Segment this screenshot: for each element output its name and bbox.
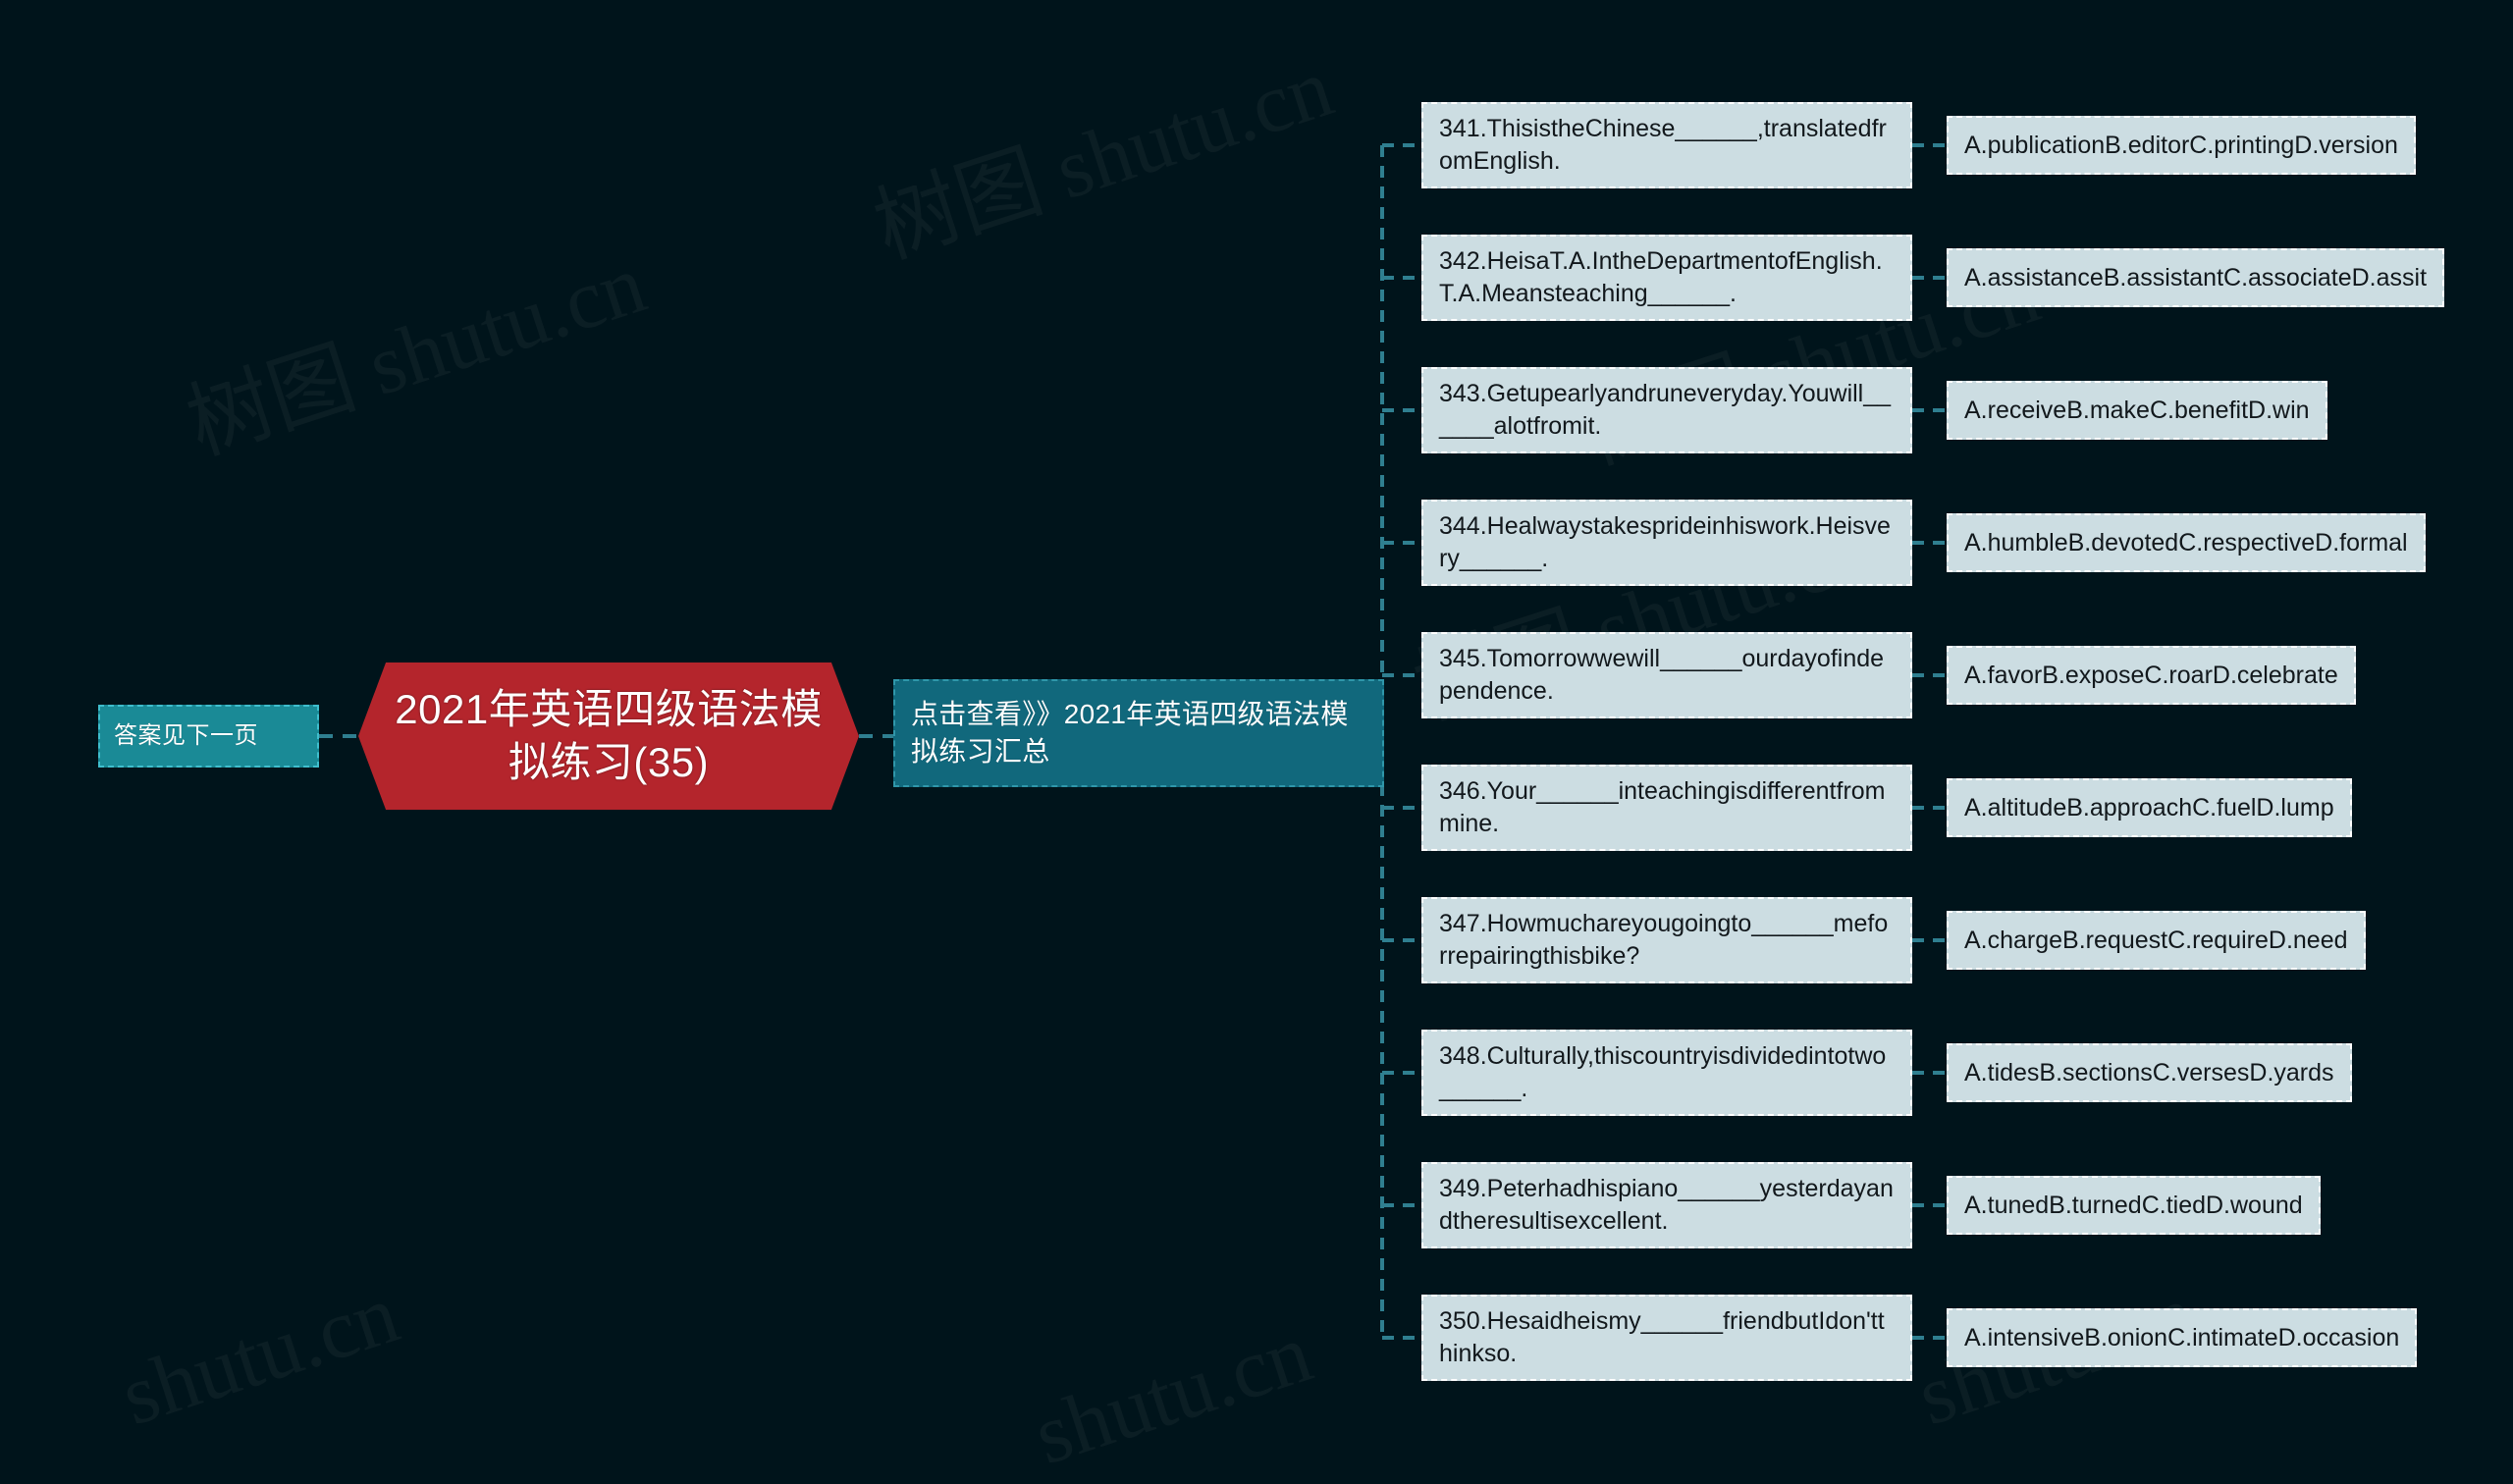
question-box[interactable]: 344.Healwaystakesprideinhiswork.Heisvery…: [1421, 500, 1912, 586]
question-text: 342.HeisaT.A.IntheDepartmentofEnglish.T.…: [1439, 247, 1883, 307]
answer-text: A.tunedB.turnedC.tiedD.wound: [1964, 1191, 2303, 1219]
watermark: 树图 shutu.cn: [856, 19, 1345, 282]
central-hexagon-shape: 2021年英语四级语法模拟练习(35): [358, 662, 859, 810]
question-text: 344.Healwaystakesprideinhiswork.Heisvery…: [1439, 512, 1891, 572]
question-box[interactable]: 349.Peterhadhispiano______yesterdayandth…: [1421, 1162, 1912, 1248]
question-text: 341.ThisistheChinese______,translatedfro…: [1439, 115, 1887, 175]
answer-text: A.chargeB.requestC.requireD.need: [1964, 926, 2348, 954]
question-box[interactable]: 345.Tomorrowwewill______ourdayofindepend…: [1421, 632, 1912, 718]
answer-box[interactable]: A.assistanceB.assistantC.associateD.assi…: [1947, 248, 2445, 307]
answer-box[interactable]: A.tunedB.turnedC.tiedD.wound: [1947, 1176, 2321, 1235]
watermark: 树图 shutu.cn: [169, 215, 658, 478]
question-box[interactable]: 343.Getupearlyandruneveryday.Youwill____…: [1421, 367, 1912, 453]
mindmap-canvas: 树图 shutu.cn 树图 shutu.cn shutu.cn shutu.c…: [0, 0, 2513, 1482]
node-summary-label: 点击查看》》2021年英语四级语法模拟练习汇总: [911, 699, 1349, 767]
answer-box[interactable]: A.publicationB.editorC.printingD.version: [1947, 116, 2416, 175]
answer-text: A.intensiveB.onionC.intimateD.occasion: [1964, 1323, 2400, 1352]
answer-box[interactable]: A.intensiveB.onionC.intimateD.occasion: [1947, 1308, 2418, 1367]
question-box[interactable]: 350.Hesaidheismy______friendbutIdon'tthi…: [1421, 1295, 1912, 1381]
question-box[interactable]: 346.Your______inteachingisdifferentfromm…: [1421, 765, 1912, 851]
question-text: 346.Your______inteachingisdifferentfromm…: [1439, 777, 1886, 837]
central-topic-label: 2021年英语四级语法模拟练习(35): [395, 686, 823, 785]
answer-text: A.publicationB.editorC.printingD.version: [1964, 131, 2398, 159]
watermark: shutu.cn: [1023, 1303, 1323, 1484]
answer-box[interactable]: A.humbleB.devotedC.respectiveD.formal: [1947, 513, 2426, 572]
question-text: 347.Howmuchareyougoingto______meforrepai…: [1439, 910, 1889, 970]
answer-text: A.tidesB.sectionsC.versesD.yards: [1964, 1058, 2334, 1086]
question-text: 348.Culturally,thiscountryisdividedintot…: [1439, 1042, 1887, 1102]
answer-text: A.assistanceB.assistantC.associateD.assi…: [1964, 263, 2428, 292]
question-text: 349.Peterhadhispiano______yesterdayandth…: [1439, 1175, 1894, 1235]
answer-text: A.altitudeB.approachC.fuelD.lump: [1964, 793, 2334, 822]
answer-box[interactable]: A.altitudeB.approachC.fuelD.lump: [1947, 778, 2352, 837]
question-box[interactable]: 341.ThisistheChinese______,translatedfro…: [1421, 102, 1912, 188]
answer-box[interactable]: A.receiveB.makeC.benefitD.win: [1947, 381, 2327, 440]
question-text: 343.Getupearlyandruneveryday.Youwill____…: [1439, 380, 1892, 440]
node-answer-hint-label: 答案见下一页: [114, 721, 258, 749]
watermark: shutu.cn: [110, 1264, 410, 1445]
answer-box[interactable]: A.favorB.exposeC.roarD.celebrate: [1947, 646, 2356, 705]
node-answer-hint[interactable]: 答案见下一页: [98, 705, 319, 768]
question-box[interactable]: 342.HeisaT.A.IntheDepartmentofEnglish.T.…: [1421, 235, 1912, 321]
question-box[interactable]: 347.Howmuchareyougoingto______meforrepai…: [1421, 897, 1912, 983]
node-summary-link[interactable]: 点击查看》》2021年英语四级语法模拟练习汇总: [893, 679, 1384, 787]
question-text: 350.Hesaidheismy______friendbutIdon'tthi…: [1439, 1307, 1885, 1367]
node-central-topic[interactable]: 2021年英语四级语法模拟练习(35): [358, 662, 859, 810]
answer-text: A.humbleB.devotedC.respectiveD.formal: [1964, 528, 2408, 556]
answer-text: A.favorB.exposeC.roarD.celebrate: [1964, 661, 2338, 689]
question-text: 345.Tomorrowwewill______ourdayofindepend…: [1439, 645, 1885, 705]
answer-text: A.receiveB.makeC.benefitD.win: [1964, 396, 2310, 424]
question-box[interactable]: 348.Culturally,thiscountryisdividedintot…: [1421, 1030, 1912, 1116]
answer-box[interactable]: A.chargeB.requestC.requireD.need: [1947, 911, 2366, 970]
answer-box[interactable]: A.tidesB.sectionsC.versesD.yards: [1947, 1043, 2352, 1102]
